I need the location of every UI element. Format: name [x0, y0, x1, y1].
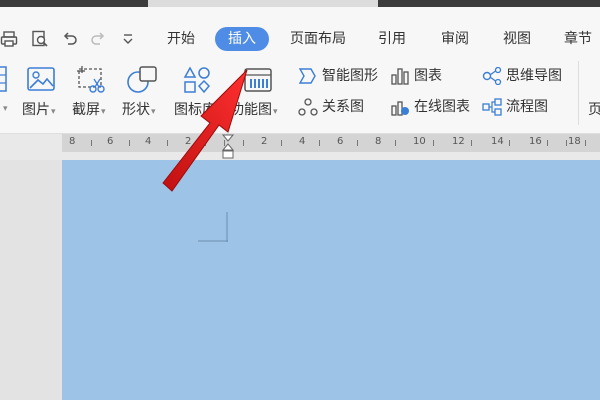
annotation-arrow-icon [162, 69, 248, 192]
